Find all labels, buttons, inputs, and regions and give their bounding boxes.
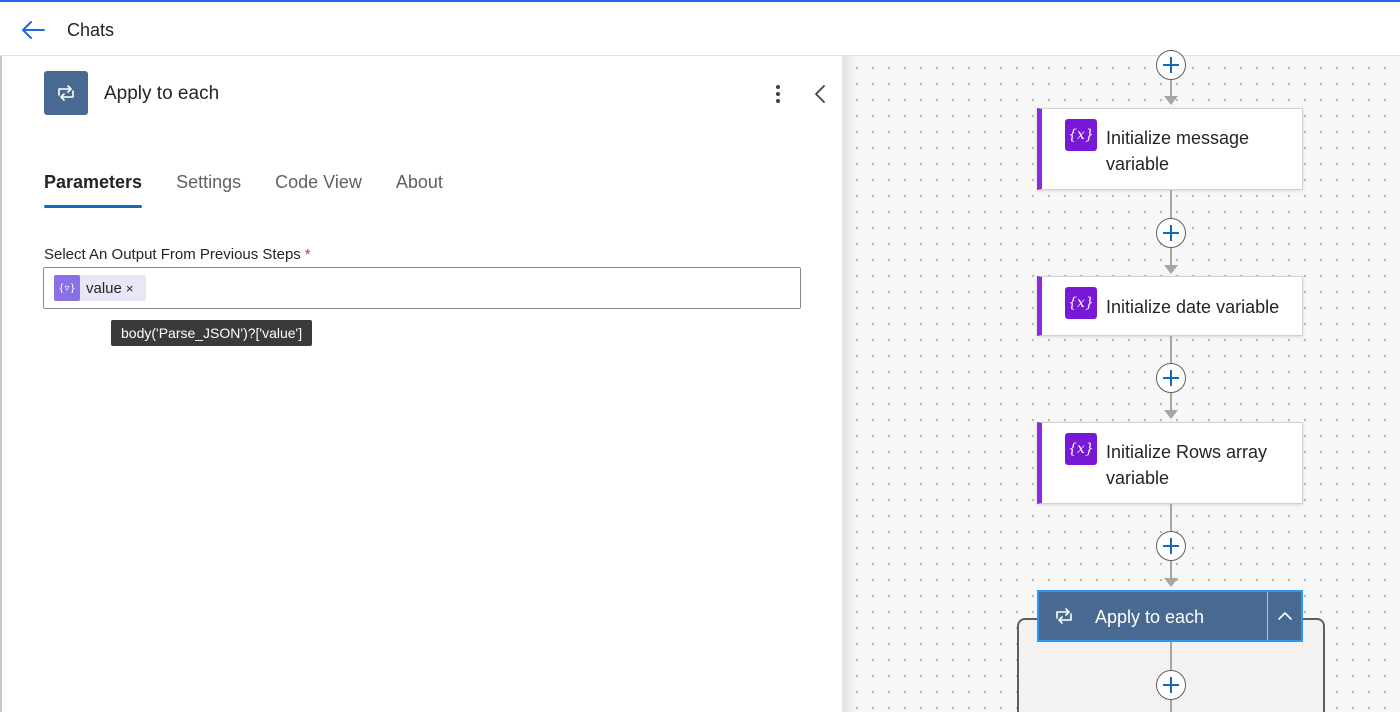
arrow-left-icon [22,21,45,39]
loop-icon [1056,608,1072,624]
remove-token-button[interactable]: × [126,281,134,296]
expression-icon: {▿} [54,275,80,301]
collapse-panel-button[interactable] [808,80,832,108]
step-card-label: Apply to each [1095,607,1205,627]
loop-icon [58,85,74,101]
tab-list: Parameters Settings Code View About [44,170,477,210]
flow-canvas[interactable]: {x} Initialize message variable {x} Init… [842,50,1400,712]
variable-icon: {x} [1065,287,1097,319]
plus-icon [1163,677,1179,693]
field-label-text: Select An Output From Previous Steps [44,246,301,263]
arrow-head [1164,410,1178,419]
app-window: Chats Apply to each Parameters Settings … [0,0,1400,712]
tab-code-view[interactable]: Code View [275,170,362,208]
insert-step-button[interactable] [1156,670,1186,700]
action-title: Apply to each [104,83,220,104]
step-card-initialize-date[interactable]: {x} Initialize date variable [1037,276,1303,336]
required-marker: * [304,246,311,263]
chevron-left-icon [815,85,825,103]
step-card-apply-to-each[interactable]: Apply to each [1037,590,1303,642]
tab-about[interactable]: About [396,170,443,208]
plus-icon [1163,57,1179,73]
arrow-head [1164,265,1178,274]
action-details-panel: Apply to each Parameters Settings Code V… [0,56,842,712]
step-card-label: Initialize date variable [1106,297,1280,317]
collapse-scope-button[interactable] [1267,592,1301,640]
token-label: value [86,279,122,297]
step-card-initialize-message[interactable]: {x} Initialize message variable [1037,108,1303,190]
more-vertical-icon [776,85,780,103]
insert-step-button[interactable] [1156,50,1186,80]
tab-settings[interactable]: Settings [176,170,241,208]
page-title: Chats [67,20,115,40]
variable-icon: {x} [1065,119,1097,151]
field-label: Select An Output From Previous Steps * [44,246,311,263]
step-card-label: Initialize Rows array variable [1106,442,1268,488]
output-select-input[interactable]: {▿} value × [43,267,801,309]
arrow-head [1164,578,1178,587]
top-bar: Chats [0,0,1400,56]
plus-icon [1163,225,1179,241]
chevron-up-icon [1277,612,1292,620]
insert-step-button[interactable] [1156,218,1186,248]
variable-icon: {x} [1065,433,1097,465]
back-button[interactable] [18,16,48,44]
insert-step-button[interactable] [1156,363,1186,393]
step-card-label: Initialize message variable [1106,128,1250,174]
token-tooltip: body('Parse_JSON')?['value'] [111,320,313,346]
plus-icon [1163,538,1179,554]
dynamic-content-token[interactable]: {▿} value × [54,275,146,301]
insert-step-button[interactable] [1156,531,1186,561]
loop-action-icon [44,71,88,115]
plus-icon [1163,370,1179,386]
tab-parameters[interactable]: Parameters [44,170,143,208]
step-card-initialize-rows[interactable]: {x} Initialize Rows array variable [1037,422,1303,504]
more-options-button[interactable] [766,80,790,108]
arrow-head [1164,96,1178,105]
